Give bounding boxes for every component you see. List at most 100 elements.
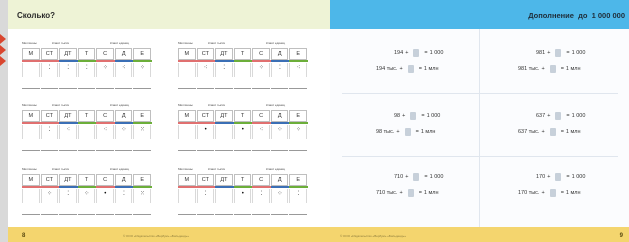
answer-line[interactable] (96, 81, 114, 89)
column-color-segment (22, 122, 41, 124)
plus-sign: + (405, 50, 409, 56)
place-value-column-label: Е (289, 174, 308, 186)
column-color-strip (22, 60, 153, 62)
answer-line[interactable] (22, 143, 40, 151)
column-color-segment (133, 60, 153, 62)
class-heading-thousands-class: Класс тысяч (208, 167, 226, 171)
answer-line[interactable] (96, 143, 114, 151)
target-sum: 1 000 (571, 174, 586, 180)
answer-line[interactable] (40, 143, 59, 151)
place-value-table: Миллионы Класс тысяч Класс единиц М СТ ДТ Т С Д Е… (178, 39, 309, 97)
answer-line[interactable] (215, 207, 233, 215)
column-color-strip (178, 122, 309, 124)
answer-line[interactable] (289, 143, 308, 151)
place-value-column-label: Д (114, 48, 133, 60)
complement-equation: 637 + = 1 000 (536, 112, 585, 120)
answer-box[interactable] (413, 173, 420, 181)
column-color-segment (114, 60, 134, 62)
class-heading-units-class: Класс единиц (266, 103, 286, 107)
counter-dots (22, 63, 40, 77)
answer-line[interactable] (178, 81, 196, 89)
answer-line[interactable] (59, 207, 77, 215)
answer-line[interactable] (270, 81, 289, 89)
column-color-segment (215, 186, 234, 188)
answer-line[interactable] (252, 207, 270, 215)
answer-line[interactable] (215, 81, 233, 89)
answer-line[interactable] (196, 207, 215, 215)
counter-dots: ⁚ (77, 63, 96, 77)
answer-line[interactable] (40, 207, 59, 215)
answer-box[interactable] (549, 128, 556, 136)
answer-box[interactable] (555, 49, 562, 57)
addend: 710 (394, 174, 404, 180)
answer-line[interactable] (133, 143, 152, 151)
place-value-column-label: С (252, 174, 270, 186)
counter-dots: ⁚ (215, 63, 233, 77)
answer-line[interactable] (114, 81, 133, 89)
answer-line[interactable] (196, 143, 215, 151)
answer-line[interactable] (22, 81, 40, 89)
answer-line[interactable] (133, 81, 152, 89)
answer-box[interactable] (555, 173, 562, 181)
counter-dots: ⁘ (252, 63, 270, 77)
answer-line[interactable] (40, 81, 59, 89)
answer-line[interactable] (252, 81, 270, 89)
answer-box[interactable] (413, 49, 420, 57)
right-page-header: Дополнение до 1 000 000 (330, 0, 629, 29)
answer-line[interactable] (196, 81, 215, 89)
addend: 98 (394, 113, 401, 119)
answer-line[interactable] (178, 143, 196, 151)
answer-line[interactable] (77, 207, 96, 215)
target-sum: 1 млн (565, 190, 581, 196)
plus-sign: + (396, 129, 400, 135)
place-value-header-row: М СТ ДТ Т С Д Е (178, 110, 308, 122)
answer-box[interactable] (549, 65, 556, 73)
answer-line[interactable] (270, 207, 289, 215)
column-color-segment (233, 186, 253, 188)
answer-line[interactable] (77, 81, 96, 89)
column-color-segment (178, 122, 197, 124)
counter-dots (22, 125, 40, 139)
answer-box[interactable] (404, 128, 411, 136)
answer-line[interactable] (59, 143, 77, 151)
answer-line[interactable] (96, 207, 114, 215)
answer-box[interactable] (407, 65, 414, 73)
column-color-segment (114, 186, 134, 188)
answer-line[interactable] (289, 81, 308, 89)
addend: 194 тыс. (376, 66, 398, 72)
answer-line[interactable] (22, 207, 40, 215)
addend: 981 тыс. (518, 66, 540, 72)
grid-divider-horizontal (342, 156, 618, 157)
counter-dots: ⁚ (114, 189, 133, 203)
answer-line[interactable] (233, 207, 252, 215)
answer-box[interactable] (549, 189, 556, 197)
answer-line[interactable] (233, 81, 252, 89)
answer-line[interactable] (59, 81, 77, 89)
counter-dots: • (96, 189, 114, 203)
answer-box[interactable] (407, 189, 414, 197)
place-value-column-label: Е (133, 110, 152, 122)
plus-sign: + (541, 66, 545, 72)
place-value-column-label: Д (270, 48, 289, 60)
answer-line[interactable] (178, 207, 196, 215)
column-color-segment (196, 186, 216, 188)
counter-dots: ⁘ (114, 125, 133, 139)
column-color-segment (59, 60, 78, 62)
answer-line[interactable] (289, 207, 308, 215)
counter-dots: ⁚ (270, 63, 289, 77)
answer-line[interactable] (270, 143, 289, 151)
right-page: Дополнение до 1 000 000 194 + = 1 000 194 ты… (330, 0, 629, 242)
answer-line[interactable] (77, 143, 96, 151)
answer-line[interactable] (133, 207, 152, 215)
answer-line[interactable] (114, 143, 133, 151)
answer-line[interactable] (233, 143, 252, 151)
counter-dots: ⁚ (289, 189, 308, 203)
complement-equation: 710 тыс. + = 1 млн (376, 189, 439, 197)
column-color-segment (40, 122, 60, 124)
counter-dots (215, 125, 233, 139)
answer-box[interactable] (555, 112, 562, 120)
answer-box[interactable] (410, 112, 417, 120)
answer-line[interactable] (215, 143, 233, 151)
answer-line[interactable] (114, 207, 133, 215)
answer-line[interactable] (252, 143, 270, 151)
